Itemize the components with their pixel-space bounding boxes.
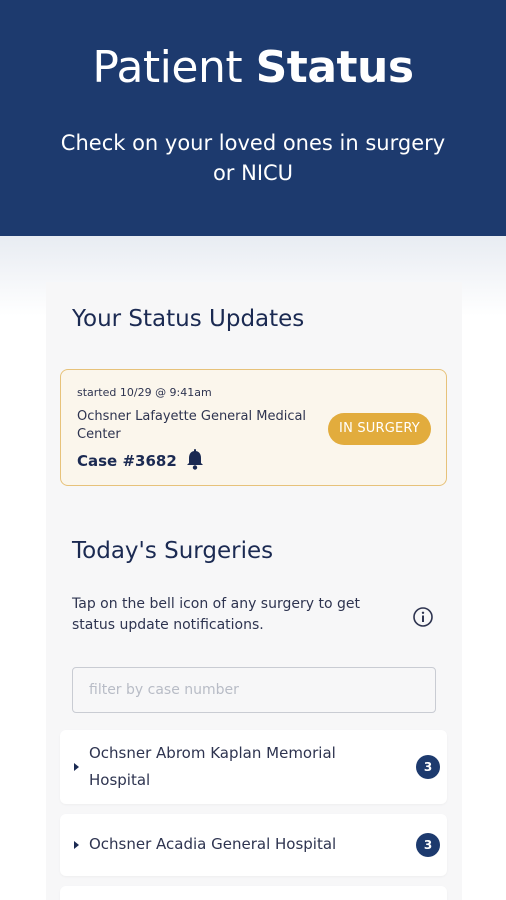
page-subtitle: Check on your loved ones in surgery or N… (60, 131, 446, 185)
surgery-count-badge: 3 (416, 755, 440, 779)
caret-right-icon (74, 763, 79, 771)
hospital-row-label: Ochsner Acadia General Hospital (89, 835, 337, 853)
header-banner: Patient Status Check on your loved ones … (0, 0, 506, 236)
title-bold: Status (255, 42, 414, 93)
page-title: Patient Status (0, 42, 506, 93)
hospital-row-label: Ochsner Abrom Kaplan Memorial Hospital (89, 744, 336, 789)
bell-hint-text: Tap on the bell icon of any surgery to g… (72, 596, 360, 633)
bell-icon[interactable] (185, 449, 205, 471)
hospital-row[interactable]: Ochsner Abrom Kaplan Memorial Hospital 3 (60, 730, 447, 804)
hospital-name: Ochsner Lafayette General Medical Center (77, 409, 307, 442)
surgery-count-badge: 3 (416, 833, 440, 857)
status-update-card[interactable]: started 10/29 @ 9:41am Ochsner Lafayette… (60, 369, 447, 486)
status-updates-heading: Your Status Updates (72, 306, 305, 332)
case-filter-input[interactable] (72, 667, 436, 713)
started-time: started 10/29 @ 9:41am (77, 386, 212, 399)
caret-right-icon (74, 841, 79, 849)
info-icon[interactable] (412, 606, 434, 628)
hospital-row[interactable] (60, 886, 447, 900)
status-badge: IN SURGERY (328, 413, 431, 445)
case-number: Case #3682 (77, 452, 177, 470)
todays-surgeries-heading: Today's Surgeries (72, 538, 274, 564)
title-light: Patient (92, 42, 256, 93)
hospital-row[interactable]: Ochsner Acadia General Hospital 3 (60, 814, 447, 876)
